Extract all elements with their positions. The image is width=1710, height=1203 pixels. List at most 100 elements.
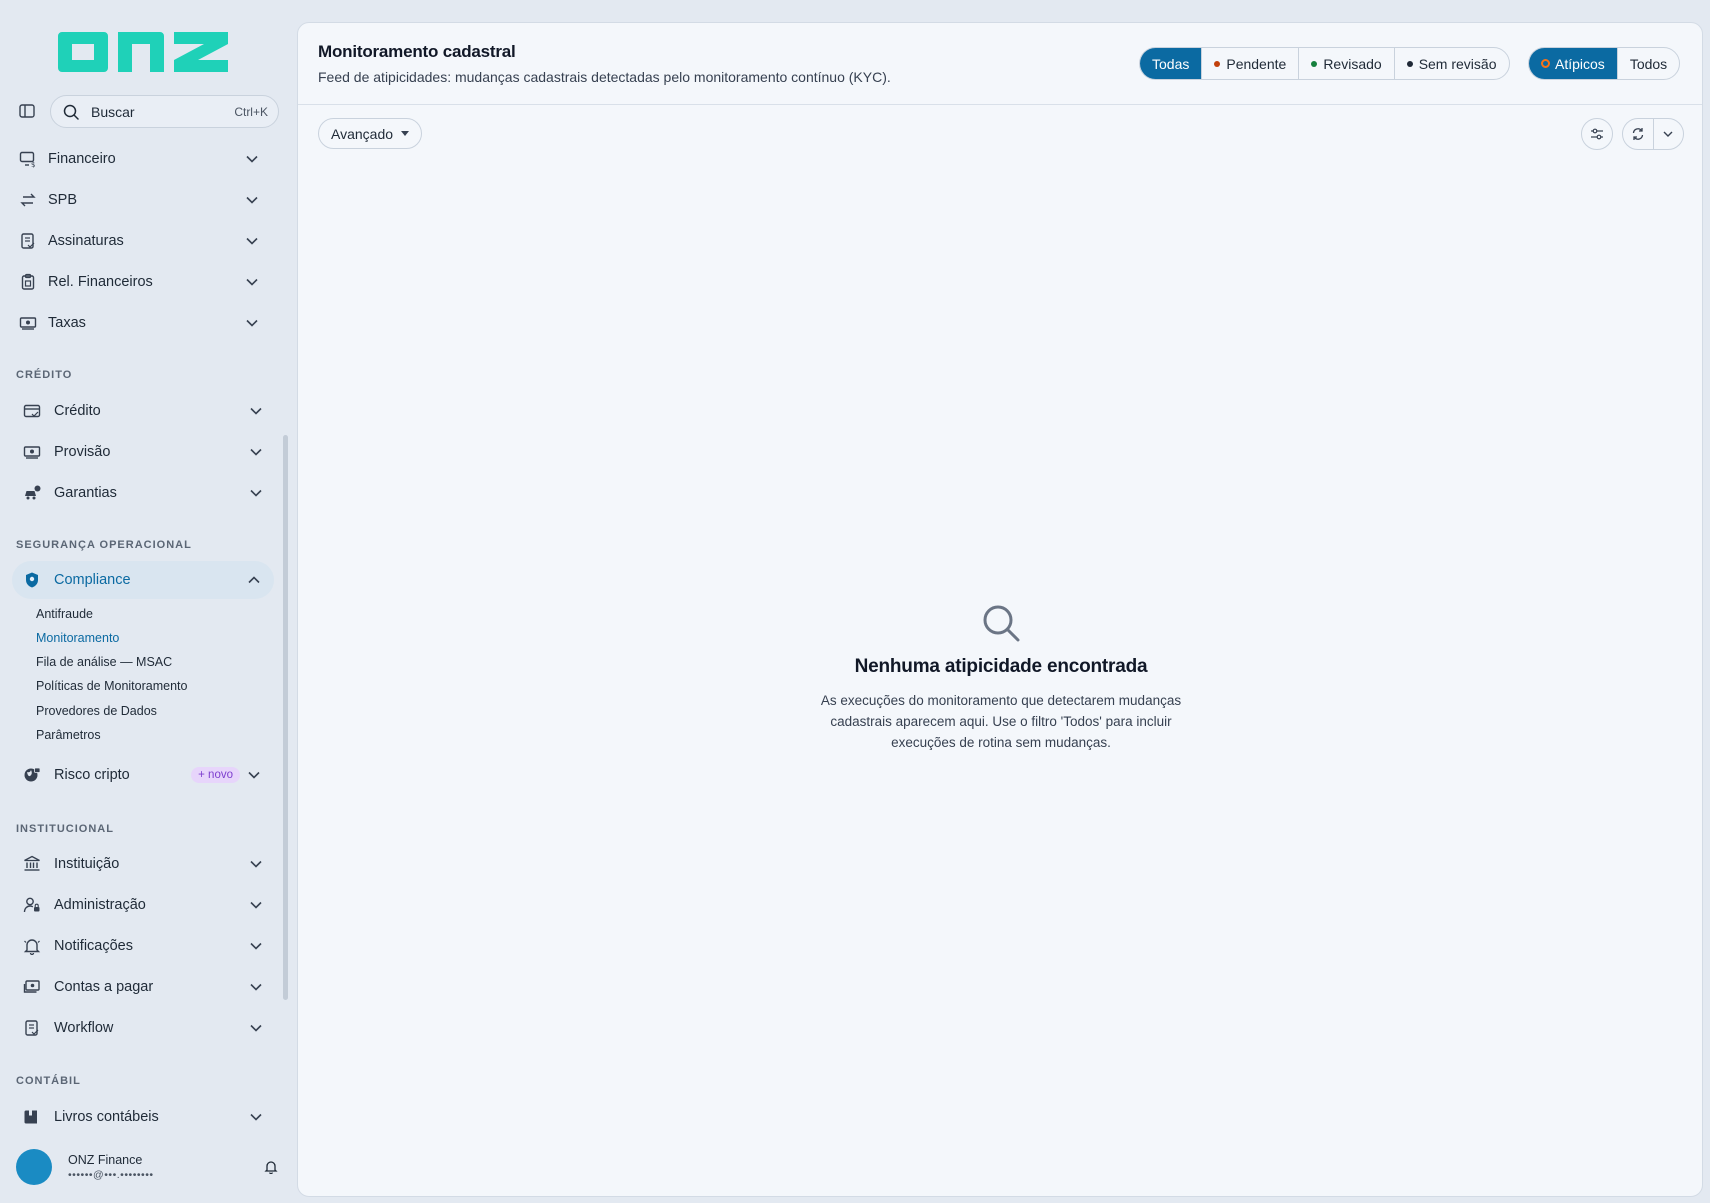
caret-down-icon <box>401 130 410 138</box>
monitor-dollar-icon: $ <box>18 149 38 169</box>
sliders-icon <box>1591 128 1603 140</box>
sidebar-toggle-button[interactable] <box>16 101 38 121</box>
sub-item-politicas[interactable]: Políticas de Monitoramento <box>36 679 187 693</box>
filter-todos[interactable]: Todos <box>1616 48 1679 79</box>
sidebar-item-notificacoes[interactable]: Notificações <box>14 927 276 965</box>
sidebar-item-label: Assinaturas <box>48 233 124 249</box>
sidebar-item-label: Livros contábeis <box>54 1109 159 1125</box>
sidebar-item-rel-financeiros[interactable]: Rel. Financeiros <box>10 263 272 301</box>
sidebar-item-administracao[interactable]: Administração <box>14 886 276 924</box>
bell-icon <box>22 936 42 956</box>
chevron-down-icon <box>244 192 260 208</box>
sidebar-item-taxas[interactable]: Taxas <box>10 304 272 342</box>
chevron-down-icon <box>248 1020 264 1036</box>
search-shortcut: Ctrl+K <box>234 104 268 119</box>
new-badge: + novo <box>191 767 240 783</box>
document-check-icon <box>22 1018 42 1038</box>
filter-label: Pendente <box>1226 55 1287 72</box>
filter-revisado[interactable]: Revisado <box>1298 48 1393 79</box>
user-name: ONZ Finance <box>68 1153 143 1167</box>
sidebar-item-garantias[interactable]: Garantias <box>14 474 276 512</box>
sidebar-item-label: SPB <box>48 192 78 208</box>
chevron-up-icon <box>246 572 262 588</box>
sidebar-item-compliance[interactable]: Compliance <box>12 561 274 599</box>
card-icon <box>22 401 42 421</box>
onz-logo[interactable] <box>56 22 236 78</box>
sidebar-scrollbar[interactable] <box>283 435 288 1000</box>
refresh-icon <box>1632 128 1644 140</box>
refresh-options-button[interactable] <box>1652 119 1683 149</box>
search-input[interactable]: Buscar Ctrl+K <box>50 95 279 128</box>
status-filter-group: Todas Pendente Revisado Sem revisão <box>1139 47 1510 80</box>
sidebar-item-financeiro[interactable]: $ Financeiro <box>10 140 272 178</box>
filter-label: Sem revisão <box>1418 55 1497 72</box>
sidebar-item-label: Workflow <box>54 1020 114 1036</box>
sub-item-antifraude[interactable]: Antifraude <box>36 607 93 621</box>
chevron-down-icon <box>244 151 260 167</box>
svg-text:$: $ <box>31 161 35 168</box>
sidebar-item-instituicao[interactable]: Instituição <box>14 845 276 883</box>
user-menu[interactable]: ONZ Finance ••••••@•••.•••••••• <box>16 1147 280 1187</box>
filter-label: Revisado <box>1323 55 1382 72</box>
arrows-exchange-icon <box>18 190 38 210</box>
banknote-icon <box>18 313 38 333</box>
sidebar-item-credito[interactable]: Crédito <box>14 392 276 430</box>
sidebar-item-label: Notificações <box>54 938 133 954</box>
empty-state-text: As execuções do monitoramento que detect… <box>820 693 1182 750</box>
sidebar-item-livros-contabeis[interactable]: Livros contábeis <box>14 1098 276 1136</box>
chevron-down-icon <box>248 485 264 501</box>
sidebar-item-label: Provisão <box>54 444 111 460</box>
car-guarantee-icon <box>22 483 42 503</box>
filter-label: Todas <box>1152 55 1190 72</box>
sidebar-panel-icon <box>19 104 35 118</box>
banknote-icon <box>22 442 42 462</box>
bank-icon <box>22 854 42 874</box>
advanced-filter-button[interactable]: Avançado <box>318 118 423 149</box>
section-title-contabil: CONTÁBIL <box>16 1075 81 1087</box>
filter-label: Todos <box>1629 55 1668 72</box>
sub-item-monitoramento[interactable]: Monitoramento <box>36 631 119 645</box>
sidebar-item-spb[interactable]: SPB <box>10 181 272 219</box>
filter-pendente[interactable]: Pendente <box>1201 48 1298 79</box>
chevron-down-icon <box>244 315 260 331</box>
document-signature-icon <box>18 231 38 251</box>
filter-todas[interactable]: Todas <box>1140 48 1202 79</box>
section-title-seguranca: SEGURANÇA OPERACIONAL <box>16 539 192 551</box>
section-title-institucional: INSTITUCIONAL <box>16 823 114 835</box>
sidebar-item-label: Compliance <box>54 572 131 588</box>
refresh-button[interactable] <box>1623 119 1653 149</box>
advanced-label: Avançado <box>331 125 394 142</box>
empty-state: Nenhuma atipicidade encontrada As execuç… <box>741 603 1261 753</box>
sub-item-provedores[interactable]: Provedores de Dados <box>36 704 157 718</box>
sidebar-item-label: Contas a pagar <box>54 979 154 995</box>
chevron-down-icon <box>248 403 264 419</box>
book-icon <box>22 1107 42 1127</box>
sidebar-item-workflow[interactable]: Workflow <box>14 1009 276 1047</box>
sidebar-item-assinaturas[interactable]: Assinaturas <box>10 222 272 260</box>
page-title: Monitoramento cadastral <box>318 42 516 61</box>
avatar[interactable] <box>16 1149 52 1185</box>
clipboard-icon <box>18 272 38 292</box>
user-lock-icon <box>22 895 42 915</box>
chevron-down-icon <box>248 856 264 872</box>
user-info: ONZ Finance ••••••@•••.•••••••• <box>68 1153 262 1181</box>
chevron-down-icon <box>248 938 264 954</box>
sub-item-parametros[interactable]: Parâmetros <box>36 728 101 742</box>
notifications-bell-icon[interactable] <box>262 1158 280 1176</box>
sub-item-fila-analise[interactable]: Fila de análise — MSAC <box>36 655 172 669</box>
unreviewed-dot-icon <box>1406 60 1413 67</box>
chevron-down-icon <box>248 444 264 460</box>
sidebar-item-risco-cripto[interactable]: Risco cripto + novo <box>14 756 276 794</box>
sidebar-item-contas-pagar[interactable]: Contas a pagar <box>14 968 276 1006</box>
chevron-down-icon <box>244 274 260 290</box>
chevron-down-icon <box>248 1109 264 1125</box>
sidebar-item-provisao[interactable]: Provisão <box>14 433 276 471</box>
column-settings-button[interactable] <box>1581 118 1613 150</box>
filter-sem-revisao[interactable]: Sem revisão <box>1393 48 1509 79</box>
chevron-down-icon <box>244 233 260 249</box>
section-title-credito: CRÉDITO <box>16 369 73 381</box>
filter-atipicos[interactable]: Atípicos <box>1529 48 1617 79</box>
page-header: Monitoramento cadastral Feed de atipicid… <box>298 23 1702 105</box>
reviewed-dot-icon <box>1311 60 1318 67</box>
search-label: Buscar <box>91 103 135 120</box>
